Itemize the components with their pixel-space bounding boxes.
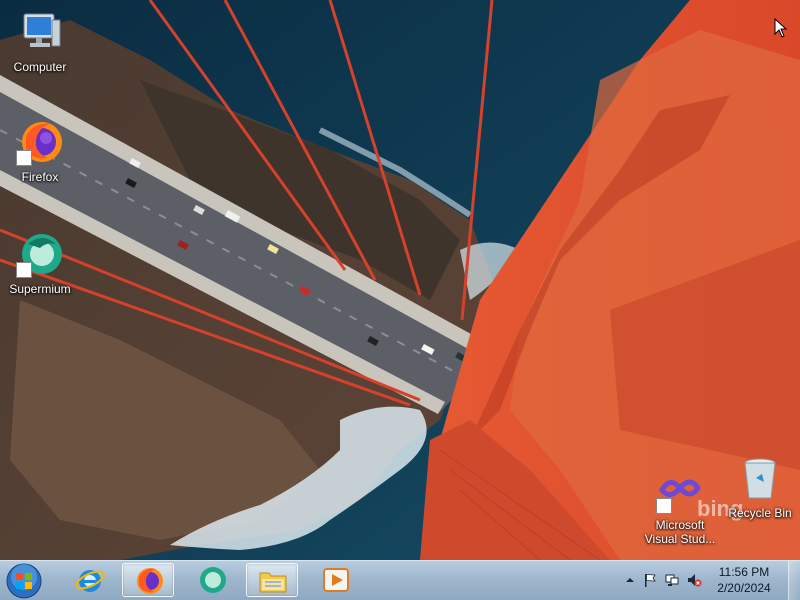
system-tray: 11:56 PM 2/20/2024 xyxy=(610,561,800,600)
desktop-icon-computer[interactable]: Computer xyxy=(2,8,78,74)
media-player-icon xyxy=(323,568,349,592)
supermium-icon xyxy=(16,230,64,278)
desktop-icon-label: Firefox xyxy=(21,170,59,184)
taskbar-firefox[interactable] xyxy=(122,563,174,597)
desktop-icon-firefox[interactable]: Firefox xyxy=(2,118,78,184)
clock-time: 11:56 PM xyxy=(718,565,770,579)
taskbar-media-player[interactable] xyxy=(310,563,362,597)
clock-date: 2/20/2024 xyxy=(717,581,771,595)
network-icon[interactable] xyxy=(664,572,680,588)
taskbar-file-explorer[interactable] xyxy=(246,563,298,597)
recycle-bin-icon xyxy=(736,454,784,502)
desktop-icon-label: Microsoft Visual Stud... xyxy=(644,518,716,546)
desktop-icon-recycle-bin[interactable]: Recycle Bin xyxy=(722,454,798,520)
shortcut-arrow-icon xyxy=(656,498,672,514)
taskbar: 11:56 PM 2/20/2024 xyxy=(0,560,800,600)
supermium-icon xyxy=(200,567,226,593)
taskbar-supermium[interactable] xyxy=(186,563,238,597)
desktop-icon-label: Supermium xyxy=(9,282,71,296)
desktop-icon-supermium[interactable]: Supermium xyxy=(2,230,78,296)
show-hidden-icons-icon[interactable] xyxy=(622,572,638,588)
internet-explorer-icon xyxy=(75,570,105,592)
show-desktop-button[interactable] xyxy=(788,561,800,600)
folder-icon xyxy=(259,572,287,593)
desktop-icon-label: Computer xyxy=(13,60,67,74)
volume-muted-icon[interactable] xyxy=(686,572,702,588)
desktop: bing Computer Firefox Supermium Microsof… xyxy=(0,0,800,600)
mouse-cursor-icon xyxy=(774,18,788,38)
shortcut-arrow-icon xyxy=(16,262,32,278)
start-button[interactable] xyxy=(4,562,44,600)
clock[interactable]: 11:56 PM 2/20/2024 xyxy=(704,564,784,596)
firefox-icon xyxy=(137,568,163,594)
desktop-icon-label: Recycle Bin xyxy=(728,506,792,520)
visual-studio-icon xyxy=(656,466,704,514)
firefox-icon xyxy=(16,118,64,166)
windows-orb-icon xyxy=(6,563,42,599)
taskbar-internet-explorer[interactable] xyxy=(64,563,116,597)
action-center-flag-icon[interactable] xyxy=(642,572,658,588)
shortcut-arrow-icon xyxy=(16,150,32,166)
desktop-icon-visual-studio[interactable]: Microsoft Visual Stud... xyxy=(642,466,718,546)
computer-icon xyxy=(16,8,64,56)
